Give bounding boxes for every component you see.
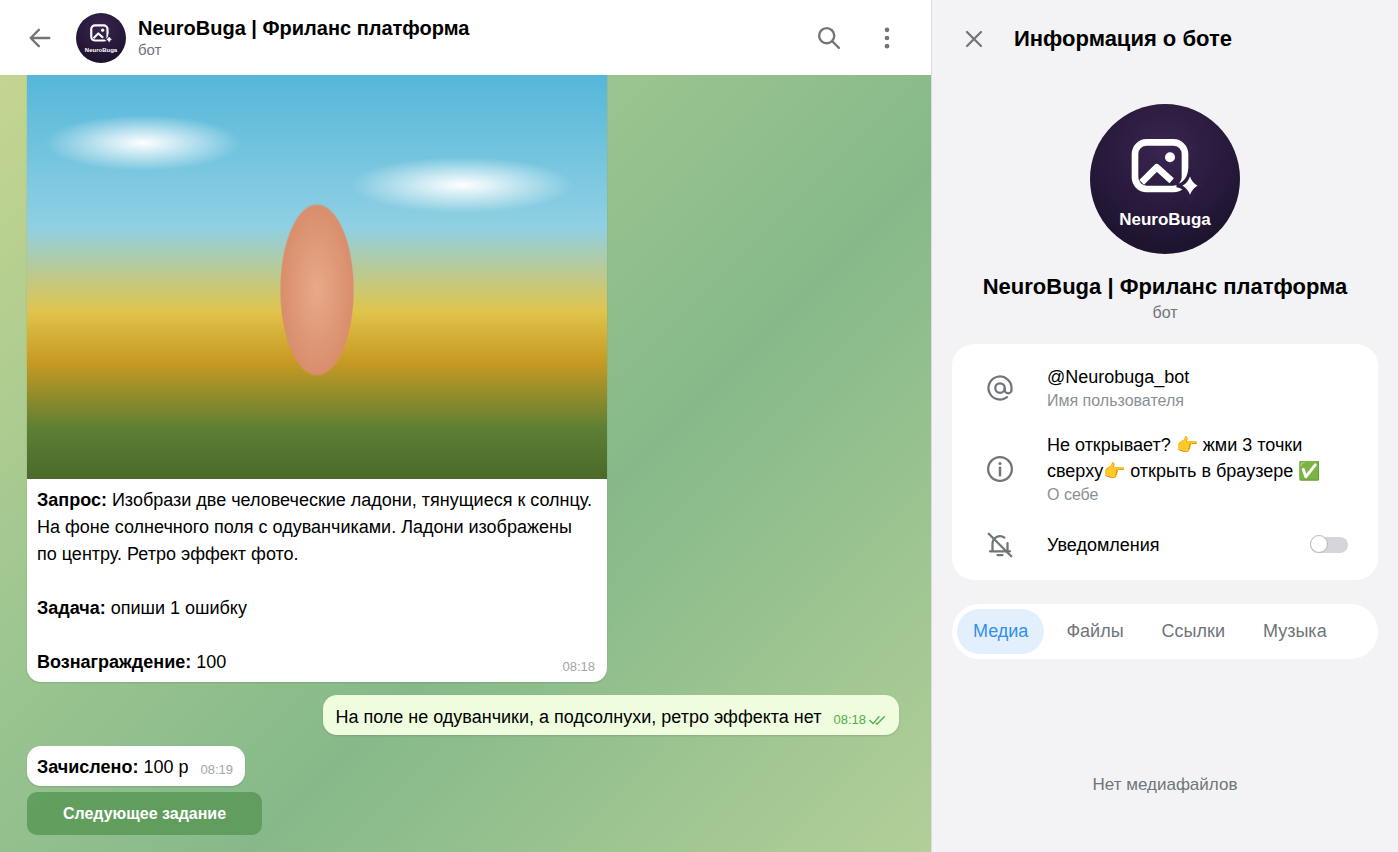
reply-message: На поле не одуванчики, а подсолнухи, рет… bbox=[323, 695, 899, 735]
field-value: опиши 1 ошибку bbox=[111, 598, 247, 618]
field-label: Задача: bbox=[37, 598, 106, 618]
at-sign-icon bbox=[985, 373, 1015, 403]
media-tabs: МедиаФайлыСсылкиМузыка bbox=[952, 604, 1378, 659]
bot-avatar[interactable]: NeuroBuga bbox=[76, 13, 126, 63]
search-icon[interactable] bbox=[815, 24, 843, 52]
info-row[interactable]: @Neurobuga_botИмя пользователя bbox=[952, 354, 1378, 422]
message-time: 08:19 bbox=[200, 761, 233, 779]
reply-text: На поле не одуванчики, а подсолнухи, рет… bbox=[335, 705, 821, 729]
credit-value: 100 р bbox=[143, 757, 188, 777]
task-photo[interactable] bbox=[27, 75, 607, 479]
more-dots-icon[interactable] bbox=[873, 24, 901, 52]
notifications-row[interactable]: Уведомления bbox=[952, 516, 1378, 570]
chat-subtitle: бот bbox=[138, 40, 469, 60]
bell-off-icon bbox=[985, 530, 1015, 560]
field-value: 100 bbox=[196, 652, 226, 672]
notifications-label: Уведомления bbox=[1047, 532, 1160, 558]
logo-label: NeuroBuga bbox=[85, 47, 117, 54]
task-text: Запрос:Изобрази две человеческие ладони,… bbox=[27, 479, 607, 682]
message-time: 08:18 bbox=[562, 658, 595, 676]
chat-header: NeuroBuga NeuroBuga | Фриланс платформабо… bbox=[0, 0, 931, 75]
close-icon[interactable] bbox=[962, 27, 986, 51]
media-tab[interactable]: Медиа bbox=[957, 609, 1044, 654]
logo-label: NeuroBuga bbox=[1119, 211, 1211, 230]
message-list: Запрос:Изобрази две человеческие ладони,… bbox=[0, 75, 931, 852]
credit-label: Зачислено: bbox=[37, 757, 138, 777]
message-meta: 08:18 bbox=[833, 711, 887, 729]
info-row[interactable]: Не открывает? 👉 жми 3 точки сверху👉 откр… bbox=[952, 422, 1378, 516]
info-icon bbox=[985, 454, 1015, 484]
image-sparkle-icon bbox=[88, 21, 114, 47]
notifications-toggle[interactable] bbox=[1310, 537, 1348, 553]
media-tab[interactable]: Ссылки bbox=[1146, 609, 1241, 654]
double-check-icon bbox=[869, 714, 887, 726]
panel-header: Информация о боте bbox=[932, 0, 1398, 78]
task-field: Запрос:Изобрази две человеческие ладони,… bbox=[37, 487, 595, 568]
credit-message: Зачислено:100 р 08:19 bbox=[27, 746, 245, 786]
empty-media-text: Нет медиафайлов bbox=[1093, 775, 1238, 795]
bot-info-panel: Информация о боте NeuroBuga NeuroBuga | Фр… bbox=[931, 0, 1398, 852]
bot-name: NeuroBuga | Фриланс платформа bbox=[983, 274, 1348, 300]
field-label: Запрос: bbox=[37, 490, 107, 510]
media-tab[interactable]: Музыка bbox=[1247, 609, 1343, 654]
chat-pane: NeuroBuga NeuroBuga | Фриланс платформабо… bbox=[0, 0, 931, 852]
panel-title: Информация о боте bbox=[1014, 26, 1232, 52]
back-arrow-icon[interactable] bbox=[26, 24, 54, 52]
image-sparkle-icon bbox=[1125, 129, 1205, 209]
message-time: 08:18 bbox=[833, 711, 866, 729]
task-field: Задача:опиши 1 ошибку bbox=[37, 595, 595, 622]
bot-avatar-large[interactable]: NeuroBuga bbox=[1090, 104, 1240, 254]
task-message: Запрос:Изобрази две человеческие ладони,… bbox=[27, 75, 607, 682]
chat-title-block[interactable]: NeuroBuga | Фриланс платформабот bbox=[138, 16, 469, 60]
info-value: Не открывает? 👉 жми 3 точки сверху👉 откр… bbox=[1047, 432, 1348, 484]
info-value: @Neurobuga_bot bbox=[1047, 364, 1348, 390]
media-tab[interactable]: Файлы bbox=[1050, 609, 1139, 654]
chat-title: NeuroBuga | Фриланс платформа bbox=[138, 16, 469, 40]
bot-type: бот bbox=[1152, 304, 1177, 322]
info-caption: Имя пользователя bbox=[1047, 390, 1348, 412]
task-field: Вознаграждение:100 08:18 bbox=[37, 649, 595, 676]
field-label: Вознаграждение: bbox=[37, 652, 191, 672]
toggle-knob bbox=[1310, 535, 1328, 553]
next-task-button[interactable]: Следующее задание bbox=[27, 792, 262, 835]
field-value: Изобрази две человеческие ладони, тянущи… bbox=[37, 490, 592, 564]
info-card: @Neurobuga_botИмя пользователя Не открыва… bbox=[952, 344, 1378, 580]
info-caption: О себе bbox=[1047, 484, 1348, 506]
telegram-window: NeuroBugaNeuroBuga | Фриланс платформабо… bbox=[0, 0, 1398, 852]
credit-text: Зачислено:100 р bbox=[37, 755, 188, 779]
